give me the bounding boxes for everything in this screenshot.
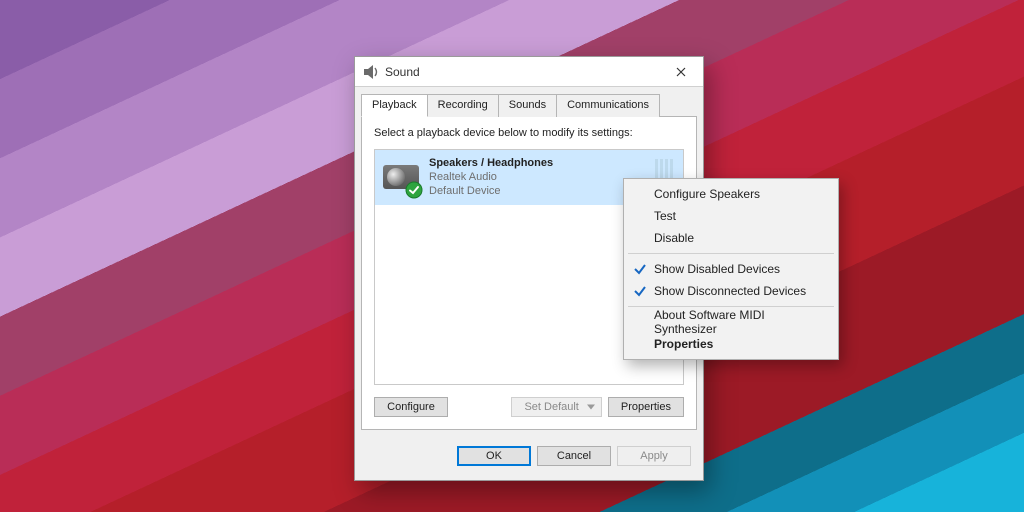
default-check-icon [405,181,423,199]
device-status: Default Device [429,184,553,198]
device-name: Speakers / Headphones [429,156,553,170]
instruction-text: Select a playback device below to modify… [374,127,684,139]
titlebar[interactable]: Sound [355,57,703,87]
set-default-button: Set Default [511,397,601,417]
panel-button-row: Configure Set Default Properties [374,397,684,417]
tab-recording[interactable]: Recording [427,94,499,117]
menu-properties[interactable]: Properties [626,333,836,355]
menu-show-disconnected[interactable]: Show Disconnected Devices [626,280,836,302]
apply-button: Apply [617,446,691,466]
tab-communications[interactable]: Communications [556,94,660,117]
menu-test[interactable]: Test [626,205,836,227]
tab-playback[interactable]: Playback [361,94,428,117]
check-icon [632,261,648,277]
properties-button[interactable]: Properties [608,397,684,417]
tab-strip: Playback Recording Sounds Communications [355,87,703,116]
menu-separator [628,253,834,254]
tab-sounds[interactable]: Sounds [498,94,557,117]
context-menu[interactable]: Configure Speakers Test Disable Show Dis… [623,178,839,360]
cancel-button[interactable]: Cancel [537,446,611,466]
device-text: Speakers / Headphones Realtek Audio Defa… [429,156,553,198]
close-button[interactable] [659,57,703,87]
dialog-title: Sound [385,65,659,79]
menu-show-disabled[interactable]: Show Disabled Devices [626,258,836,280]
menu-about-midi[interactable]: About Software MIDI Synthesizer [626,311,836,333]
configure-button[interactable]: Configure [374,397,448,417]
device-driver: Realtek Audio [429,170,553,184]
menu-configure-speakers[interactable]: Configure Speakers [626,183,836,205]
ok-button[interactable]: OK [457,446,531,466]
dialog-footer: OK Cancel Apply [355,436,703,480]
menu-disable[interactable]: Disable [626,227,836,249]
menu-separator [628,306,834,307]
close-icon [676,67,686,77]
sound-icon [363,64,379,80]
speaker-icon [383,159,419,195]
check-icon [632,283,648,299]
